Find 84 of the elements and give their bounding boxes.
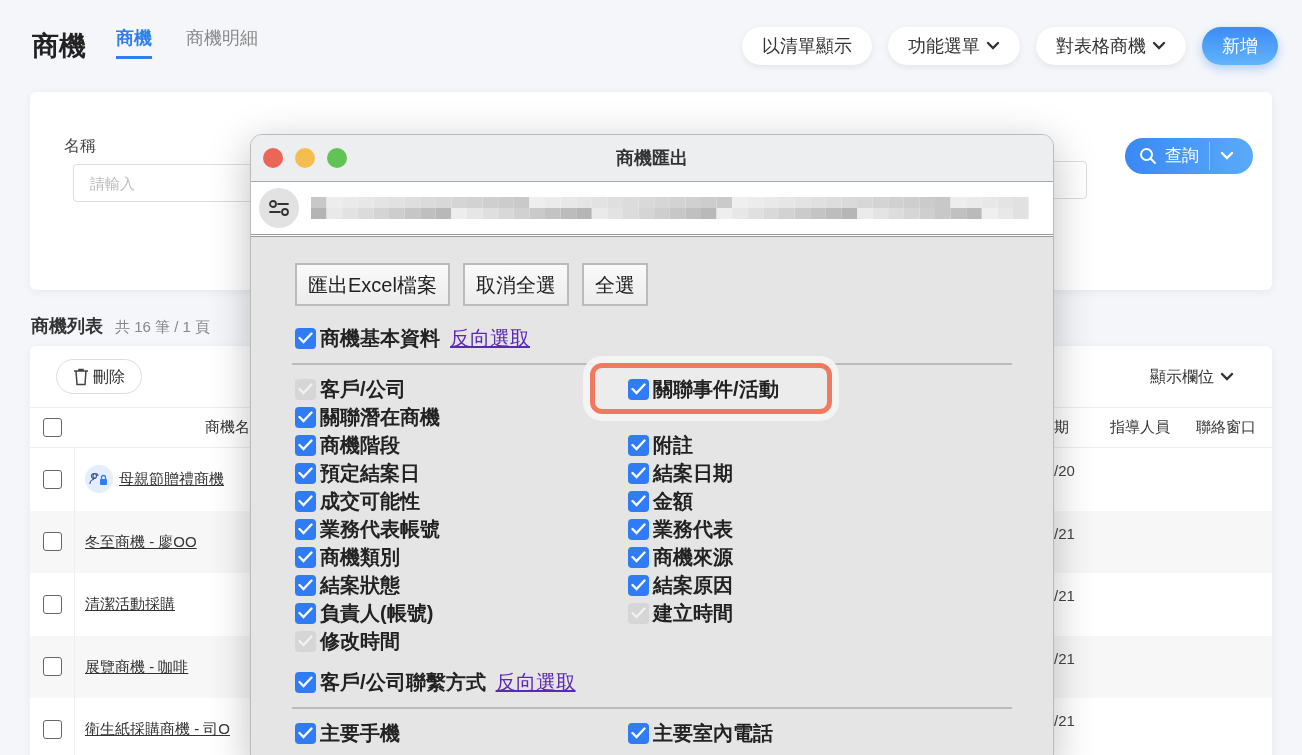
field-option-label: 業務代表 <box>653 517 733 542</box>
chevron-down-icon <box>986 41 1000 51</box>
list-title: 商機列表 <box>31 315 103 338</box>
dialog-button[interactable]: 全選 <box>581 263 648 306</box>
checkbox[interactable] <box>295 462 316 484</box>
checkbox[interactable] <box>628 546 649 568</box>
field-option-label: 修改時間 <box>320 629 400 654</box>
page-title: 商機 <box>32 29 86 63</box>
checkbox[interactable] <box>295 722 316 744</box>
field-option-label: 結案原因 <box>653 573 733 598</box>
columns-button[interactable]: 顯示欄位 <box>1150 364 1234 389</box>
checkbox[interactable] <box>628 518 649 540</box>
checkbox[interactable] <box>295 327 316 349</box>
row-checkbox[interactable] <box>42 469 62 489</box>
tab[interactable]: 商機 <box>116 25 152 59</box>
row-checkbox[interactable] <box>42 657 62 677</box>
opportunity-link[interactable]: 冬至商機 - 廖OO <box>85 530 197 553</box>
invert-selection-link[interactable]: 反向選取 <box>495 667 576 697</box>
column-header: 指導人員 <box>1109 417 1171 438</box>
list-summary: 共 16 筆 / 1 頁 <box>115 317 211 337</box>
checkbox[interactable] <box>628 574 649 596</box>
table-cell-text: /21 <box>1054 586 1076 606</box>
checkbox[interactable] <box>295 490 316 512</box>
chevron-down-icon <box>1220 151 1234 161</box>
sliders-icon[interactable] <box>259 188 299 228</box>
field-option-label: 金額 <box>653 489 693 514</box>
dialog-button[interactable]: 取消全選 <box>462 263 569 306</box>
row-checkbox[interactable] <box>42 719 62 739</box>
field-option-label: 附註 <box>653 433 693 458</box>
checkbox[interactable] <box>628 434 649 456</box>
opportunity-link[interactable]: 清潔活動採購 <box>85 593 175 616</box>
field-option-label: 負責人(帳號) <box>320 601 434 626</box>
opportunity-link[interactable]: 展覽商機 - 咖啡 <box>85 655 189 678</box>
column-header: 期 <box>1054 417 1070 438</box>
field-option-label: 商機來源 <box>653 545 733 570</box>
table-cell-text: /21 <box>1054 648 1076 669</box>
checkbox[interactable] <box>295 406 316 428</box>
row-checkbox[interactable] <box>42 594 62 614</box>
section-label: 商機基本資料 <box>320 326 440 351</box>
dialog-title: 商機匯出 <box>615 146 689 170</box>
field-option-label: 結案狀態 <box>320 573 400 598</box>
field-option-label: 業務代表帳號 <box>320 517 440 542</box>
chevron-down-icon <box>1152 41 1166 51</box>
field-option-label: 關聯事件/活動 <box>653 377 779 402</box>
close-button[interactable] <box>263 148 283 168</box>
table-cell-text: /21 <box>1054 711 1076 731</box>
checkbox[interactable] <box>628 722 649 744</box>
table-cell-text: /20 <box>1054 461 1076 481</box>
checkbox[interactable] <box>295 574 316 596</box>
checkbox[interactable] <box>295 546 316 568</box>
field-option-label: 商機階段 <box>320 433 400 458</box>
field-option-label: 預定結案日 <box>320 461 420 486</box>
trash-icon <box>73 367 89 386</box>
search-icon <box>1139 147 1157 165</box>
checkbox[interactable] <box>628 378 649 400</box>
column-header: 商機名 <box>204 417 250 438</box>
opportunity-link[interactable]: 衛生紙採購商機 - 司O <box>85 718 230 741</box>
opportunity-link[interactable]: 母親節贈禮商機 <box>119 468 224 491</box>
select-all-checkbox[interactable] <box>43 418 62 437</box>
field-label: 名稱 <box>64 136 97 156</box>
field-option-label: 主要室內電話 <box>653 721 773 746</box>
dialog-button[interactable]: 匯出Excel檔案 <box>295 263 450 306</box>
field-option-label: 結案日期 <box>653 461 733 486</box>
dropdown-button[interactable]: 功能選單 <box>888 27 1020 65</box>
invert-selection-link[interactable]: 反向選取 <box>450 323 530 353</box>
field-option-label: 客戶/公司 <box>320 377 406 402</box>
section-label: 客戶/公司聯繫方式 <box>320 670 486 695</box>
field-option-label: 建立時間 <box>653 601 733 626</box>
checkbox[interactable] <box>295 602 316 624</box>
checkbox[interactable] <box>628 462 649 484</box>
checkbox[interactable] <box>295 671 316 693</box>
chevron-down-icon <box>1220 371 1234 382</box>
dropdown-button[interactable]: 對表格商機 <box>1036 27 1186 65</box>
checkbox[interactable] <box>295 518 316 540</box>
column-header: 聯絡窗口 <box>1195 417 1257 438</box>
checkbox[interactable] <box>295 434 316 456</box>
field-option-label: 商機類別 <box>320 545 400 570</box>
field-option-label: 關聯潛在商機 <box>320 405 440 430</box>
checkbox[interactable] <box>628 490 649 512</box>
view-button[interactable]: 以清單顯示 <box>742 27 872 65</box>
row-checkbox[interactable] <box>42 532 62 552</box>
table-cell-text: /21 <box>1054 523 1076 544</box>
field-option-label: 成交可能性 <box>320 489 420 514</box>
field-option-label: 主要手機 <box>320 721 400 746</box>
